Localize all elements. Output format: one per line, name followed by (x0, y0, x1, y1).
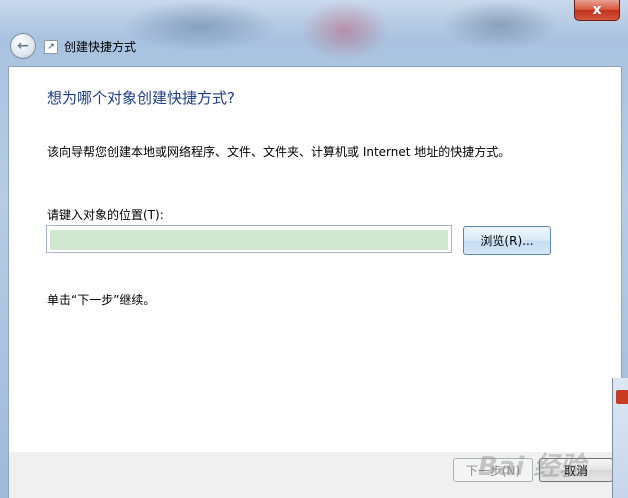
location-label: 请键入对象的位置(T): (47, 208, 164, 222)
page-description: 该向导帮您创建本地或网络程序、文件、文件夹、计算机或 Internet 地址的快… (47, 145, 511, 159)
next-hint: 单击“下一步”继续。 (47, 293, 156, 307)
frame-background-blur (120, 0, 280, 52)
location-input-box[interactable] (46, 225, 452, 253)
close-icon: x (592, 2, 602, 18)
shortcut-icon: ↗ (44, 40, 58, 54)
wizard-content: 想为哪个对象创建快捷方式? 该向导帮您创建本地或网络程序、文件、文件夹、计算机或… (8, 66, 622, 454)
back-button[interactable]: ← (10, 33, 36, 59)
frame-background-blur (300, 0, 390, 60)
browse-button[interactable]: 浏览(R)... (463, 226, 551, 255)
background-window-edge (612, 378, 628, 498)
frame-background-blur (440, 0, 560, 50)
back-arrow-icon: ← (17, 38, 29, 54)
background-close-icon (616, 390, 628, 404)
location-input[interactable] (50, 230, 448, 250)
close-button[interactable]: x (574, 0, 620, 21)
watermark-logo: Bai 经验 (478, 452, 586, 482)
page-heading: 想为哪个对象创建快捷方式? (47, 89, 235, 107)
window-title: 创建快捷方式 (64, 40, 137, 54)
